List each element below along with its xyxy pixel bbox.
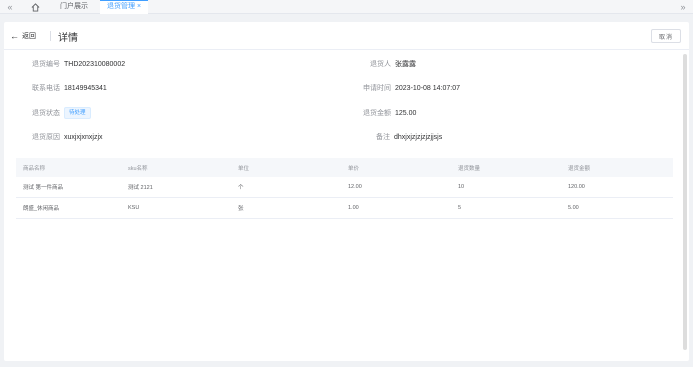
field-phone-label: 联系电话 — [32, 85, 60, 92]
field-apply-time-label: 申请时间 — [363, 85, 391, 92]
column-header: 商品名称 — [23, 165, 46, 172]
close-icon[interactable]: × — [137, 3, 141, 10]
table-row: 测试 第一件商品 测试 2121 个 12.00 10 120.00 — [16, 177, 673, 198]
tab-return-management[interactable]: 退货管理 × — [100, 0, 148, 14]
tab-bar: « 门户展示 退货管理 × » — [0, 0, 693, 14]
table-cell: 120.00 — [568, 184, 585, 190]
tabs-scroll-right-icon[interactable]: » — [673, 0, 693, 14]
field-amount-value: 125.00 — [395, 109, 417, 117]
tab-return-management-label: 退货管理 — [106, 3, 135, 10]
table-cell: 测试 第一件商品 — [23, 185, 64, 191]
table-cell: KSU — [128, 205, 140, 211]
table-cell: 朗盛_休闲商品 — [23, 206, 60, 212]
table-cell: 10 — [458, 184, 465, 190]
field-reason-label: 退货原因 — [32, 134, 60, 141]
field-returner-label: 退货人 — [370, 61, 391, 68]
tabs-scroll-left-icon[interactable]: « — [0, 0, 20, 14]
field-status: 退货状态 待处理 — [32, 107, 91, 119]
field-apply-time: 申请时间 2023-10-08 14:07:07 — [363, 82, 460, 94]
column-header: 退货金额 — [568, 165, 591, 172]
table-cell: 5 — [458, 205, 462, 211]
table-cell: 测试 2121 — [128, 185, 153, 191]
column-header: 退货数量 — [458, 165, 481, 172]
field-amount: 退货金额 125.00 — [363, 107, 416, 119]
table-row: 朗盛_休闲商品 KSU 张 1.00 5 5.00 — [16, 198, 673, 219]
home-icon[interactable] — [28, 1, 42, 13]
field-phone: 联系电话 18149945341 — [32, 82, 107, 94]
table-cell: 张 — [238, 206, 244, 212]
field-remark-label: 备注 — [376, 134, 390, 141]
field-reason: 退货原因 xuxjxjxnxjzjx — [32, 131, 103, 143]
field-remark: 备注 dhxjxjzjzjzjzjjsjs — [376, 131, 442, 143]
vertical-scrollbar[interactable] — [682, 52, 687, 352]
field-amount-label: 退货金额 — [363, 110, 391, 117]
back-button[interactable]: ← 返回 — [10, 30, 36, 42]
tab-portal[interactable]: 门户展示 — [54, 0, 94, 14]
field-reason-value: xuxjxjxnxjzjx — [64, 133, 103, 141]
detail-panel: ← 返回 详情 取消 退货编号 THD202310080002 退货人 张露露 … — [4, 22, 689, 361]
cancel-button[interactable]: 取消 — [651, 29, 681, 43]
status-badge: 待处理 — [64, 107, 91, 119]
field-phone-value: 18149945341 — [64, 84, 107, 92]
table-cell: 5.00 — [568, 205, 579, 211]
field-status-label: 退货状态 — [32, 110, 60, 117]
scrollbar-thumb[interactable] — [683, 54, 687, 350]
tab-portal-label: 门户展示 — [60, 3, 88, 10]
field-apply-time-value: 2023-10-08 14:07:07 — [395, 84, 460, 92]
column-header: 单位 — [238, 165, 250, 172]
field-return-no-value: THD202310080002 — [64, 60, 126, 68]
product-table: 商品名称 sku名称 单位 单价 退货数量 退货金额 测试 第一件商品 测试 2… — [16, 158, 673, 219]
table-cell: 个 — [238, 185, 244, 191]
table-cell: 12.00 — [348, 184, 362, 190]
field-return-no-label: 退货编号 — [32, 61, 60, 68]
page-title: 详情 — [58, 33, 78, 44]
column-header: 单价 — [348, 165, 360, 172]
column-header: sku名称 — [128, 165, 148, 172]
page-header: ← 返回 详情 取消 — [4, 22, 689, 50]
field-returner: 退货人 张露露 — [370, 58, 416, 70]
header-divider — [50, 31, 51, 41]
arrow-left-icon: ← — [10, 31, 19, 41]
table-cell: 1.00 — [348, 205, 359, 211]
back-label: 返回 — [22, 33, 36, 40]
field-remark-value: dhxjxjzjzjzjzjjsjs — [394, 133, 443, 141]
field-returner-value: 张露露 — [395, 61, 416, 68]
table-header: 商品名称 sku名称 单位 单价 退货数量 退货金额 — [16, 158, 673, 177]
field-return-no: 退货编号 THD202310080002 — [32, 58, 125, 70]
